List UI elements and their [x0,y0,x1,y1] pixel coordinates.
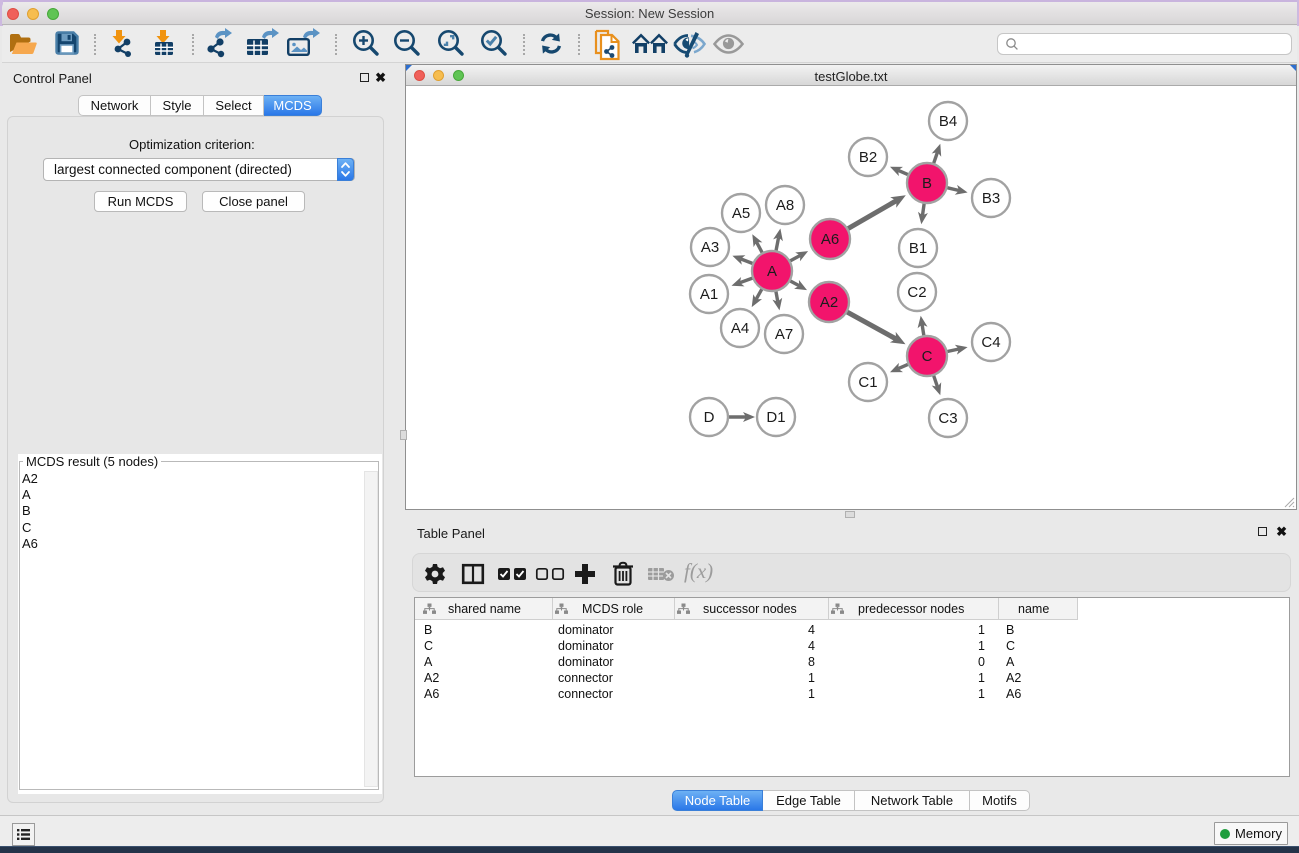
svg-text:D: D [704,409,715,426]
svg-text:A4: A4 [731,320,749,337]
svg-text:C4: C4 [981,334,1000,351]
svg-text:B4: B4 [939,113,957,130]
svg-text:A1: A1 [700,286,718,303]
svg-text:B2: B2 [859,149,877,166]
svg-text:C: C [922,348,933,365]
svg-text:A3: A3 [701,239,719,256]
svg-text:A2: A2 [820,294,838,311]
svg-text:A5: A5 [732,205,750,222]
svg-text:A6: A6 [821,231,839,248]
svg-text:C3: C3 [938,410,957,427]
svg-text:C2: C2 [907,284,926,301]
svg-text:A: A [767,263,777,280]
svg-text:B1: B1 [909,240,927,257]
svg-text:C1: C1 [858,374,877,391]
svg-text:B3: B3 [982,190,1000,207]
svg-text:A7: A7 [775,326,793,343]
svg-text:D1: D1 [766,409,785,426]
svg-text:B: B [922,175,932,192]
svg-text:A8: A8 [776,197,794,214]
